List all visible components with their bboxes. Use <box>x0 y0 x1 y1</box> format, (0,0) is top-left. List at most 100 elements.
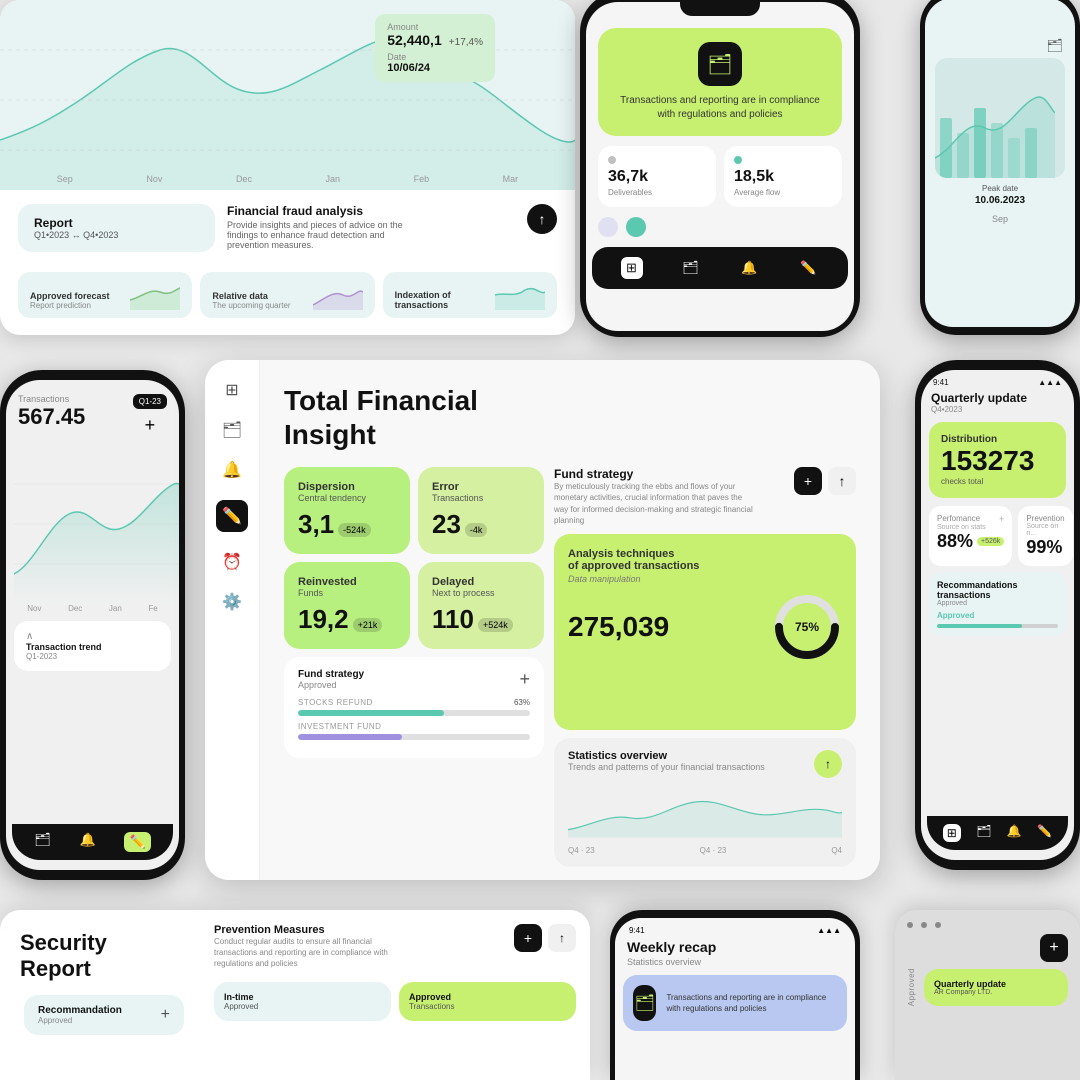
metric-delayed: Delayed Next to process 110 +524k <box>418 562 544 649</box>
folder-icon-r[interactable]: 🗂 <box>1046 38 1063 54</box>
tab-indexation[interactable]: Indexation of transactions <box>383 272 557 318</box>
phone-screen-mr: 9:41 ▲▲▲ Quarterly update Q4•2023 Distri… <box>921 370 1074 860</box>
bl-card-sub-0: Approved <box>224 1002 381 1011</box>
recomm-status: Approved <box>937 611 1058 620</box>
nav-folder-icon[interactable]: 🗂 <box>680 257 702 279</box>
tab-sub-1: The upcoming quarter <box>212 301 290 310</box>
fsc-plus-icon[interactable]: + <box>519 669 530 690</box>
mr-subtitle: Q4•2023 <box>921 405 1074 414</box>
mr-stat-val-0: 88% <box>937 531 973 552</box>
transactions-label: Transactions <box>18 394 85 404</box>
bl-left-section: Security Report Recommandation Approved … <box>0 910 200 1080</box>
fsc-title: Fund strategy <box>298 669 364 680</box>
nav-edit-ml[interactable]: ✏️ <box>124 832 150 852</box>
dot-1 <box>907 922 913 928</box>
upload-button[interactable]: ↑ <box>527 204 557 234</box>
metric-sub-3: Next to process <box>432 588 530 598</box>
sidebar-grid-icon[interactable]: ⊞ <box>225 380 238 400</box>
recomm-sub-bl: Approved <box>38 1016 122 1025</box>
distribution-card: Distribution 153273 checks total <box>929 422 1066 498</box>
nav-edit-mr[interactable]: ✏️ <box>1037 824 1052 842</box>
tab-label-2b: transactions <box>395 300 451 310</box>
nav-edit-icon[interactable]: ✏️ <box>798 257 820 279</box>
pbr-plus-btn[interactable]: + <box>1040 934 1068 962</box>
dist-sub: checks total <box>941 477 1054 486</box>
recomm-progress <box>937 624 1058 628</box>
bl-card-label-0: In-time <box>224 992 381 1002</box>
tab-relative-data[interactable]: Relative data The upcoming quarter <box>200 272 374 318</box>
recomm-plus-icon[interactable]: + <box>161 1006 170 1024</box>
fs-title: Fund strategy <box>554 467 754 481</box>
phone-screen-right-top: 🗂 🔔 ✏️ ⏰ ⚙️ Peak date 10.06.2023 Sep <box>925 0 1075 327</box>
pbc-signal: ▲▲▲ <box>817 926 841 935</box>
stat-deliverables: 36,7k Deliverables <box>598 146 716 207</box>
trend-label: Transaction trend <box>26 642 102 652</box>
sidebar-clock-icon[interactable]: ⏰ <box>222 552 242 572</box>
pbc-screen: 9:41 ▲▲▲ Weekly recap Statistics overvie… <box>615 918 855 1080</box>
prev-up-btn[interactable]: ↑ <box>548 924 576 952</box>
right-chart-area <box>935 58 1065 178</box>
mr-stat-source-0: Source on stats <box>937 524 1004 531</box>
donut-chart: 75% <box>772 592 842 662</box>
compliance-card: 🗂 Transactions and reporting are in comp… <box>598 28 842 136</box>
folder-icon: 🗂 <box>698 42 742 86</box>
right-col: Fund strategy By meticulously tracking t… <box>554 467 856 867</box>
fs-btn-add[interactable]: + <box>794 467 822 495</box>
stat-avgflow: 18,5k Average flow <box>724 146 842 207</box>
metrics-grid: Dispersion Central tendency 3,1 -524k Er… <box>284 467 544 649</box>
dot-2 <box>921 922 927 928</box>
mr-stat-badge-0: +526k <box>977 537 1004 546</box>
so-up-button[interactable]: ↑ <box>814 750 842 778</box>
stat-val-1: 18,5k <box>734 168 832 186</box>
sidebar-settings-icon[interactable]: ⚙️ <box>222 592 242 612</box>
nav-bell-icon[interactable]: 🔔 <box>739 257 761 279</box>
nav-bell-ml[interactable]: 🔔 <box>80 832 96 852</box>
tablet-inner: ⊞ 🗂 🔔 ✏️ ⏰ ⚙️ Total FinancialInsight Dis… <box>205 360 880 880</box>
stats-row: 36,7k Deliverables 18,5k Average flow <box>598 146 842 207</box>
nav-folder-ml[interactable]: 🗂 <box>34 832 51 852</box>
progress-fill-1 <box>298 734 402 740</box>
chart-x-labels: Sep Nov Dec Jan Feb Mar <box>0 174 575 184</box>
sidebar-edit-icon[interactable]: ✏️ <box>216 500 248 532</box>
tab-approved-forecast[interactable]: Approved forecast Report prediction <box>18 272 192 318</box>
bl-cards-row: In-time Approved Approved Transactions <box>214 982 576 1021</box>
progress-label-0: STOCKS REFUND <box>298 698 373 707</box>
stats-overview-card: Statistics overview Trends and patterns … <box>554 738 856 867</box>
mr-stat-label-1: Prevention <box>1026 514 1064 523</box>
sidebar-folder-icon[interactable]: 🗂 <box>222 420 242 440</box>
pbr-status-col: Approved Quarterly update AR Company LTD… <box>907 968 1068 1006</box>
metric-change-0: -524k <box>338 523 371 537</box>
nav-grid-icon[interactable]: ⊞ <box>621 257 643 279</box>
amount-big: 567.45 <box>18 404 85 430</box>
prev-plus-btn[interactable]: + <box>514 924 542 952</box>
pbr-quarterly-card: Quarterly update AR Company LTD. <box>924 969 1068 1006</box>
month-label: Sep <box>925 214 1075 224</box>
nav-bell-mr[interactable]: 🔔 <box>1007 824 1022 842</box>
bottom-left-device: Security Report Recommandation Approved … <box>0 910 590 1080</box>
ml-header: Transactions 567.45 Q1-23 + <box>6 380 179 444</box>
nav-folder-mr[interactable]: 🗂 <box>976 824 991 842</box>
metric-change-3: +524k <box>478 618 513 632</box>
amount-change: +17,4% <box>449 37 483 48</box>
peak-date-value: 10.06.2023 <box>925 195 1075 206</box>
pbc-title: Weekly recap <box>615 939 855 957</box>
bl-card-approved: Approved Transactions <box>399 982 576 1021</box>
metric-dispersion: Dispersion Central tendency 3,1 -524k <box>284 467 410 554</box>
report-box: Report Q1•2023 ↔ Q4•2023 <box>18 204 215 252</box>
phone-screen-ml: Transactions 567.45 Q1-23 + <box>6 380 179 870</box>
plus-icon-perf[interactable]: + <box>999 514 1004 524</box>
analysis-desc: Provide insights and pieces of advice on… <box>227 220 407 250</box>
compliance-text: Transactions and reporting are in compli… <box>612 94 828 122</box>
recomm-progress-fill <box>937 624 1022 628</box>
pbc-folder-icon: 🗂 <box>633 985 656 1021</box>
add-icon-ml[interactable]: + <box>145 415 156 435</box>
recomm-sub: Approved <box>937 600 1058 607</box>
fs-btn-up[interactable]: ↑ <box>828 467 856 495</box>
status-bar-mr: 9:41 ▲▲▲ <box>921 370 1074 391</box>
nav-grid-mr[interactable]: ⊞ <box>943 824 961 842</box>
pbc-card-text: Transactions and reporting are in compli… <box>666 992 837 1014</box>
metric-val-1: 23 <box>432 509 461 540</box>
sidebar-bell-icon[interactable]: 🔔 <box>222 460 242 480</box>
metric-val-0: 3,1 <box>298 509 334 540</box>
bl-prev-title: Prevention Measures <box>214 924 414 936</box>
